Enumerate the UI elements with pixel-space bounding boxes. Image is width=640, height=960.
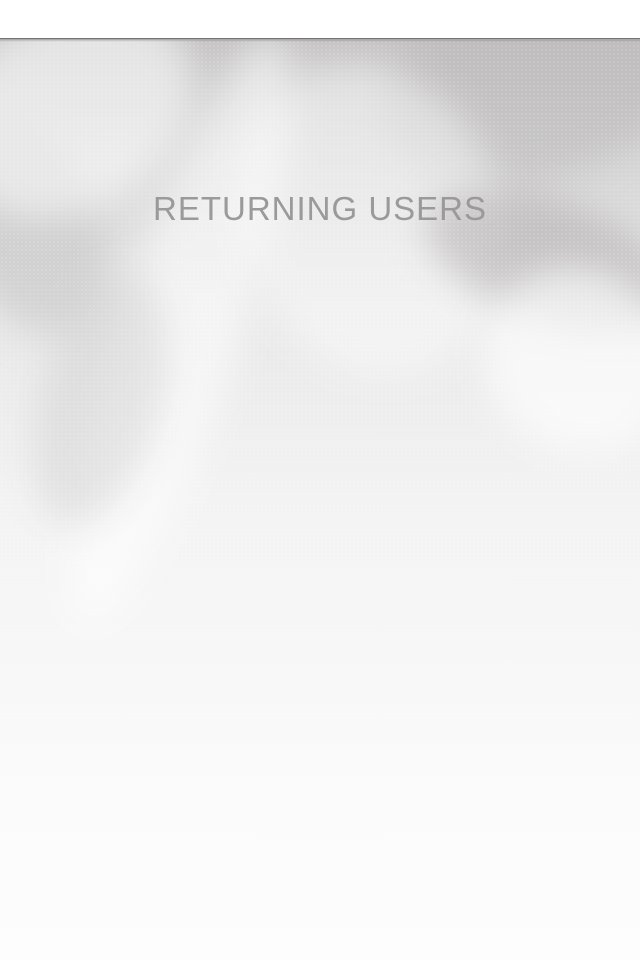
silk-background — [0, 40, 640, 960]
returning-users-screen: RETURNING USERS — [0, 0, 640, 960]
top-divider-shadow — [0, 38, 640, 42]
status-bar — [0, 0, 640, 38]
page-title: RETURNING USERS — [152, 190, 488, 227]
fabric-texture — [0, 40, 640, 960]
